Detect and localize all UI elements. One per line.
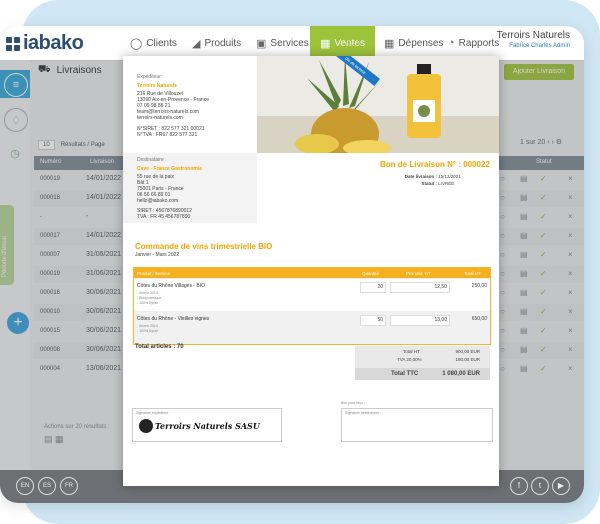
twitter-icon[interactable]: t — [531, 477, 549, 495]
col-product: Produit / Service — [137, 271, 171, 276]
ttc-label: Total TTC — [391, 371, 419, 377]
status-label: Statut : — [421, 181, 438, 186]
cart-icon: ▦ — [320, 37, 331, 50]
nav-label: Ventes — [334, 37, 365, 49]
recipient-signature-box[interactable]: Signature destinataire : — [341, 408, 493, 442]
nav-ventes[interactable]: ▦ Ventes — [310, 26, 375, 60]
logo-text: iabako — [23, 32, 84, 54]
youtube-icon[interactable]: ▶ — [552, 477, 570, 495]
nav-rapports[interactable]: ◔ Rapports — [448, 26, 499, 60]
item-name: Côtes du Rhône Villages - BIO — [137, 283, 206, 289]
col-unit-price: Prix unit. HT — [406, 271, 431, 276]
item-row: Côtes du Rhône - Vieilles vignes - Année… — [134, 311, 490, 344]
tag-icon: ◢ — [192, 37, 201, 50]
date-label: Date livraison : — [404, 174, 437, 179]
total-ht-label: Total HT — [403, 349, 420, 354]
lang-fr[interactable]: FR — [60, 477, 78, 495]
item-unit-price: 13,00 — [390, 315, 450, 326]
item-quantity: 20 — [360, 282, 386, 293]
document-title: Bon de Livraison N° : 000022 — [380, 160, 490, 169]
chart-icon: ◔ — [448, 37, 455, 49]
date-value: 15/12/2021 — [438, 174, 461, 179]
item-quantity: 50 — [360, 315, 386, 326]
col-quantity: Quantité — [362, 271, 380, 276]
company-stamp — [139, 419, 153, 433]
order-period: Janvier - Mars 2022 — [135, 252, 180, 258]
briefcase-icon: ▣ — [256, 37, 267, 50]
items-table: Produit / Service Quantité Prix unit. HT… — [133, 267, 491, 345]
recipient-name: Cave - France Gastronomie — [137, 166, 203, 172]
pineapple-juice-illustration — [257, 56, 499, 153]
total-ht-value: 900,00 EUR — [455, 349, 480, 354]
nav-produits[interactable]: ◢ Produits — [192, 26, 241, 60]
document-meta: Date livraison : 15/12/2021 Statut : LIV… — [403, 174, 461, 186]
item-unit-price: 12,50 — [390, 282, 450, 293]
tva-value: 180,00 EUR — [455, 357, 480, 362]
recipient-label: Destinataire : — [137, 157, 167, 163]
company-name: Terroirs Naturels — [496, 30, 570, 41]
sender-label: Expéditeur : — [137, 74, 164, 80]
nav-label: Clients — [146, 37, 177, 49]
items-table-header: Produit / Service Quantité Prix unit. HT… — [134, 268, 490, 278]
delivery-note-document: Expéditeur : Terroirs Naturels 216 Rue d… — [123, 56, 499, 486]
sender-signature-box: Signature expéditeur : Terroirs Naturels… — [132, 408, 282, 442]
item-details: - Année 2019 - 100% Syrah — [137, 324, 158, 334]
sender-line: terroirs-naturels.com — [137, 115, 183, 121]
total-articles: Total articles : 70 — [135, 344, 184, 350]
nav-label: Produits — [204, 37, 242, 49]
nav-label: Rapports — [458, 37, 500, 49]
lang-en[interactable]: EN — [16, 477, 34, 495]
recipient-signature-label: Signature destinataire : — [345, 411, 381, 415]
order-title: Commande de vins trimestrielle BIO — [135, 242, 273, 251]
lang-es[interactable]: ES — [38, 477, 56, 495]
logo-icon — [6, 36, 20, 51]
recipient-tva: TVA : FR 45 456787890 — [137, 214, 191, 220]
item-total: 650,00 — [471, 316, 487, 322]
received-label: Bon pour reçu : — [341, 401, 365, 405]
tva-label: TVA 20,00% — [397, 357, 422, 362]
item-row: Côtes du Rhône Villages - BIO - Année 20… — [134, 278, 490, 311]
sender-name: Terroirs Naturels — [137, 83, 177, 89]
recipient-line: hello@iabako.com — [137, 198, 179, 204]
calculator-icon: ▦ — [384, 37, 395, 50]
company-menu[interactable]: Terroirs Naturels Fabrice Charles Admin — [497, 30, 570, 49]
sender-tva: N°TVA : FR67 822 577 321 — [137, 132, 198, 138]
sender-signature: Terroirs Naturels SASU — [155, 421, 260, 431]
person-icon: ◯ — [130, 37, 143, 50]
col-total: Total HT — [464, 271, 481, 276]
item-detail: - 100% Syrah — [137, 301, 159, 305]
item-details: - Année 2019 - Biodynamique - 100% Syrah — [137, 291, 161, 306]
app-logo[interactable]: iabako — [6, 32, 84, 55]
nav-label: Dépenses — [398, 37, 444, 49]
recipient-block: Destinataire : Cave - France Gastronomie… — [123, 153, 257, 223]
item-name: Côtes du Rhône - Vieilles vignes — [137, 316, 210, 322]
item-detail: - 100% Syrah — [137, 329, 159, 333]
item-total: 250,00 — [471, 283, 487, 289]
product-photo — [257, 56, 499, 153]
status-value: LIVRÉE — [438, 181, 455, 186]
nav-services[interactable]: ▣ Services — [256, 26, 309, 60]
facebook-icon[interactable]: f — [510, 477, 528, 495]
ttc-value: 1 080,00 EUR — [442, 371, 480, 377]
nav-label: Services — [270, 37, 309, 49]
user-name: Fabrice Charles Admin — [509, 43, 570, 49]
nav-clients[interactable]: ◯ Clients — [130, 26, 177, 60]
sender-block: Expéditeur : Terroirs Naturels 216 Rue d… — [137, 74, 257, 138]
total-ttc-row: Total TTC 1 080,00 EUR — [355, 368, 490, 380]
sender-signature-label: Signature expéditeur : — [136, 411, 171, 415]
nav-depenses[interactable]: ▦ Dépenses — [384, 26, 443, 60]
